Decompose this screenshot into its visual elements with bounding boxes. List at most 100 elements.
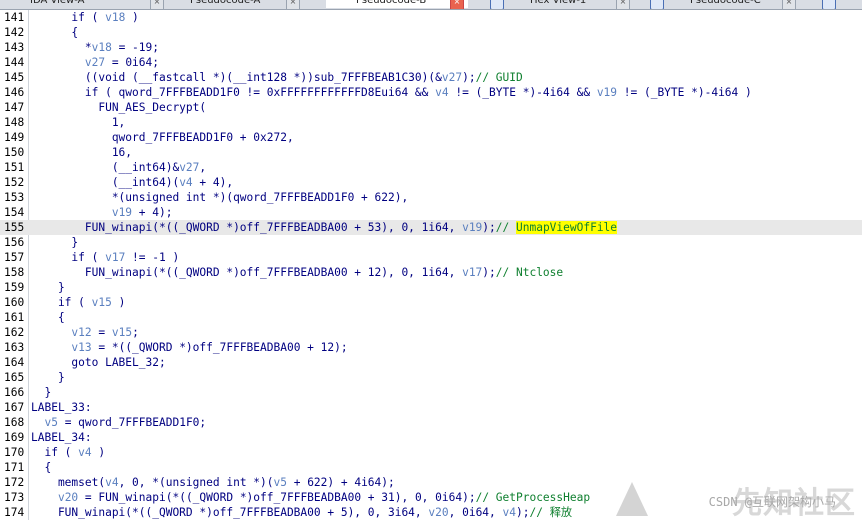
code-line[interactable]: 152 (__int64)(v4 + 4), xyxy=(0,175,862,190)
code-line[interactable]: 158 FUN_winapi(*((_QWORD *)off_7FFFBEADB… xyxy=(0,265,862,280)
variable-token[interactable]: v4 xyxy=(503,506,516,519)
variable-token[interactable]: v19 xyxy=(597,86,617,99)
code-line[interactable]: 160 if ( v15 ) xyxy=(0,295,862,310)
tab-ida-view-a[interactable]: IDA View-A xyxy=(30,0,84,8)
variable-token[interactable]: v20 xyxy=(428,506,448,519)
code-line[interactable]: 162 v12 = v15; xyxy=(0,325,862,340)
code-line[interactable]: 150 16, xyxy=(0,145,862,160)
code-line[interactable]: 167 LABEL_33: xyxy=(0,400,862,415)
code-line[interactable]: 149 qword_7FFFBEADD1F0 + 0x272, xyxy=(0,130,862,145)
code-token: ) xyxy=(111,296,126,309)
line-number: 170 xyxy=(4,446,25,459)
code-line[interactable]: 142 { xyxy=(0,25,862,40)
code-token: FUN_winapi(*((_QWORD *)off_7FFFBEADBA00 … xyxy=(31,266,463,279)
code-token: FUN_AES_Decrypt( xyxy=(31,101,207,114)
variable-token[interactable]: v5 xyxy=(44,416,57,429)
line-number: 166 xyxy=(4,386,25,399)
tab-close-icon[interactable]: × xyxy=(782,0,796,9)
tab-close-icon[interactable]: × xyxy=(150,0,164,9)
line-number: 150 xyxy=(4,146,25,159)
line-number: 158 xyxy=(4,266,25,279)
code-text: *v18 = -19; xyxy=(31,40,159,55)
code-line[interactable]: 141 if ( v18 ) xyxy=(0,10,862,25)
line-number: 146 xyxy=(4,86,25,99)
watermark-logo-icon xyxy=(616,482,648,516)
tab-pseudocode-a[interactable]: Pseudocode-A xyxy=(190,0,260,8)
code-line[interactable]: 163 v13 = *((_QWORD *)off_7FFFBEADBA00 +… xyxy=(0,340,862,355)
variable-token[interactable]: v17 xyxy=(462,266,482,279)
variable-token[interactable]: v4 xyxy=(78,446,91,459)
tab-bar: IDA View-A × Pseudocode-A × Pseudocode-B… xyxy=(0,0,862,10)
code-text: FUN_winapi(*((_QWORD *)off_7FFFBEADBA00 … xyxy=(31,505,572,520)
code-line[interactable]: 143 *v18 = -19; xyxy=(0,40,862,55)
tab-close-icon[interactable]: × xyxy=(286,0,300,9)
variable-token[interactable]: v15 xyxy=(92,296,112,309)
code-line[interactable]: 170 if ( v4 ) xyxy=(0,445,862,460)
code-text: FUN_AES_Decrypt( xyxy=(31,100,206,115)
code-text: } xyxy=(31,385,51,400)
variable-token[interactable]: v4 xyxy=(179,176,192,189)
line-number: 167 xyxy=(4,401,25,414)
tab-close-icon[interactable]: × xyxy=(616,0,630,9)
line-number: 159 xyxy=(4,281,25,294)
code-line[interactable]: 154 v19 + 4); xyxy=(0,205,862,220)
code-line[interactable]: 146 if ( qword_7FFFBEADD1F0 != 0xFFFFFFF… xyxy=(0,85,862,100)
variable-token[interactable]: v19 xyxy=(462,221,482,234)
variable-token[interactable]: v13 xyxy=(71,341,91,354)
code-line[interactable]: 153 *(unsigned int *)(qword_7FFFBEADD1F0… xyxy=(0,190,862,205)
code-line[interactable]: 144 v27 = 0i64; xyxy=(0,55,862,70)
variable-token[interactable]: v27 xyxy=(442,71,462,84)
code-line[interactable]: 161 { xyxy=(0,310,862,325)
code-line[interactable]: 155 FUN_winapi(*((_QWORD *)off_7FFFBEADB… xyxy=(0,220,862,235)
variable-token[interactable]: v18 xyxy=(105,11,125,24)
code-line[interactable]: 148 1, xyxy=(0,115,862,130)
variable-token[interactable]: v4 xyxy=(435,86,448,99)
variable-token[interactable]: v15 xyxy=(112,326,132,339)
variable-token[interactable]: v5 xyxy=(274,476,287,489)
variable-token[interactable]: v12 xyxy=(71,326,91,339)
code-text: 16, xyxy=(31,145,132,160)
line-number: 163 xyxy=(4,341,25,354)
code-line[interactable]: 145 ((void (__fastcall *)(__int128 *))su… xyxy=(0,70,862,85)
code-line[interactable]: 165 } xyxy=(0,370,862,385)
code-token: = xyxy=(91,326,112,339)
tab-pseudocode-c[interactable]: Pseudocode-C xyxy=(690,0,761,8)
code-line[interactable]: 151 (__int64)&v27, xyxy=(0,160,862,175)
code-token: = -19; xyxy=(111,41,159,54)
code-line[interactable]: 157 if ( v17 != -1 ) xyxy=(0,250,862,265)
highlighted-token[interactable]: UnmapViewOfFile xyxy=(516,221,618,234)
code-text: if ( v17 != -1 ) xyxy=(31,250,179,265)
code-line[interactable]: 171 { xyxy=(0,460,862,475)
variable-token[interactable]: v19 xyxy=(112,206,132,219)
code-token: , xyxy=(199,161,207,174)
code-text: { xyxy=(31,460,51,475)
tab-pseudocode-b[interactable]: Pseudocode-B xyxy=(326,0,468,8)
variable-token[interactable]: v27 xyxy=(85,56,105,69)
code-token: qword_7FFFBEADD1F0 + 0x272, xyxy=(31,131,294,144)
code-token: + 4), xyxy=(192,176,234,189)
code-line[interactable]: 156 } xyxy=(0,235,862,250)
tab-close-icon[interactable]: × xyxy=(450,0,464,9)
code-line[interactable]: 164 goto LABEL_32; xyxy=(0,355,862,370)
variable-token[interactable]: v17 xyxy=(105,251,125,264)
variable-token[interactable]: v4 xyxy=(105,476,118,489)
variable-token[interactable]: v20 xyxy=(58,491,78,504)
code-line[interactable]: 166 } xyxy=(0,385,862,400)
code-line[interactable]: 169 LABEL_34: xyxy=(0,430,862,445)
code-line[interactable]: 147 FUN_AES_Decrypt( xyxy=(0,100,862,115)
code-text: (__int64)&v27, xyxy=(31,160,206,175)
code-text: goto LABEL_32; xyxy=(31,355,165,370)
pseudocode-view[interactable]: 141 if ( v18 ) 142 {143 *v18 = -19; 144 v2… xyxy=(0,10,862,520)
code-line[interactable]: 168 v5 = qword_7FFFBEADD1F0; xyxy=(0,415,862,430)
code-line[interactable]: 159 } xyxy=(0,280,862,295)
line-number: 152 xyxy=(4,176,25,189)
code-text: } xyxy=(31,280,65,295)
variable-token[interactable]: v18 xyxy=(92,41,112,54)
code-token: != -1 ) xyxy=(125,251,180,264)
variable-token[interactable]: v27 xyxy=(179,161,199,174)
code-token: ((void (__fastcall *)(__int128 *))sub_7F… xyxy=(31,71,442,84)
code-token: = *((_QWORD *)off_7FFFBEADBA00 + 12); xyxy=(91,341,348,354)
tab-hex-view-1[interactable]: Hex View-1 xyxy=(530,0,586,8)
